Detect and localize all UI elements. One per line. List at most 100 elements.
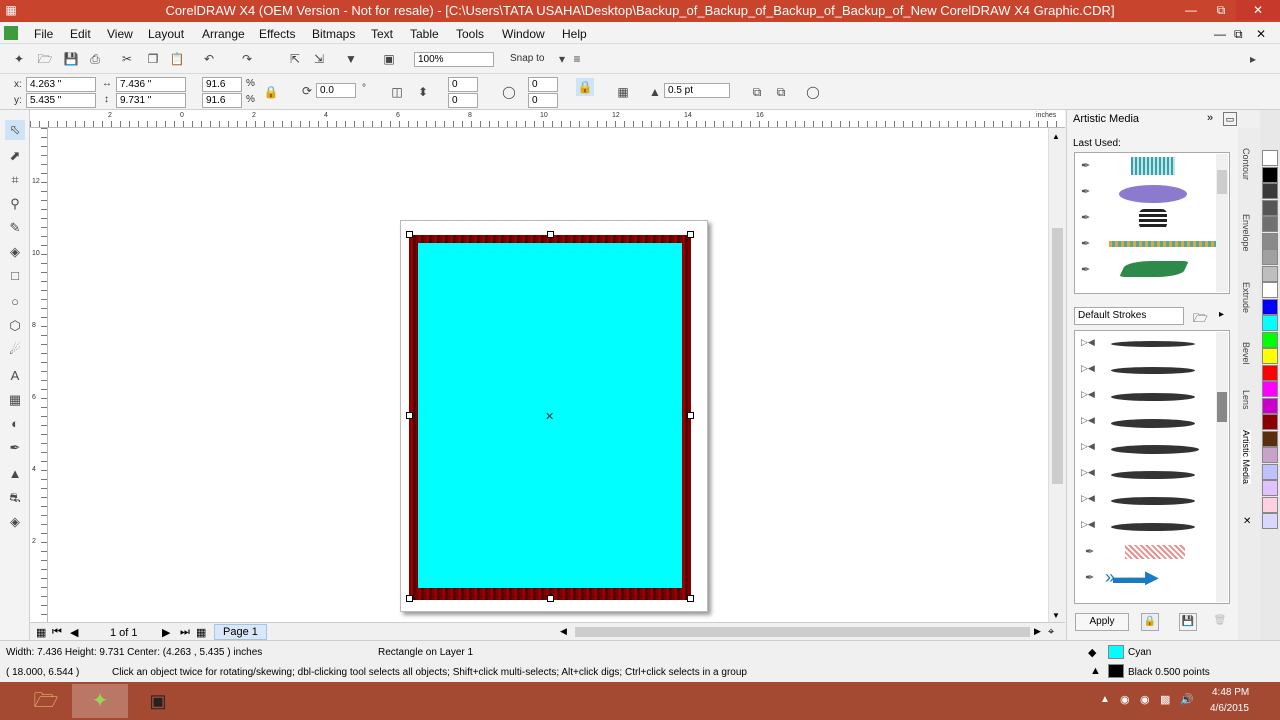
rectangle-tool-icon[interactable]: □ xyxy=(5,266,25,286)
tab-bevel[interactable]: Bevel xyxy=(1241,342,1251,365)
color-swatch[interactable] xyxy=(1262,249,1278,265)
doc-minimize-icon[interactable]: — xyxy=(1214,27,1226,41)
outline-width-select[interactable]: 0.5 pt xyxy=(664,83,730,98)
network-icon[interactable]: ▩ xyxy=(1160,693,1170,706)
stroke-item[interactable]: ▷◀ xyxy=(1081,411,1221,435)
copy-icon[interactable]: ❐ xyxy=(144,50,162,68)
color-swatch[interactable] xyxy=(1262,166,1278,183)
stroke-item[interactable]: ✒ »▬▬▶ xyxy=(1081,567,1221,591)
color-swatch[interactable] xyxy=(1262,496,1278,513)
tray-app-icon[interactable]: ◉ xyxy=(1120,693,1130,706)
interactive-fill-icon[interactable]: ◈ xyxy=(5,512,25,532)
menu-window[interactable]: Window xyxy=(502,27,545,41)
color-swatch[interactable] xyxy=(1262,199,1278,216)
docker-expand-icon[interactable]: » xyxy=(1207,112,1213,124)
corner-radius-top-left[interactable]: 0 xyxy=(448,77,478,92)
last-used-list[interactable]: ✒ ✒ ✒ ✒ ✒ xyxy=(1074,152,1230,294)
width-field[interactable]: 7.436 " xyxy=(116,77,186,92)
export-icon[interactable]: ⇲ xyxy=(310,50,328,68)
last-page-icon[interactable]: ⏭ xyxy=(180,626,190,639)
save-icon[interactable]: 💾 xyxy=(62,50,80,68)
toolbar-options-icon[interactable]: ▸ xyxy=(1244,50,1262,68)
color-swatch[interactable] xyxy=(1262,348,1278,364)
color-swatch[interactable] xyxy=(1262,513,1278,529)
stroke-item[interactable]: ▷◀ xyxy=(1081,437,1221,461)
selection-handle[interactable] xyxy=(406,412,413,419)
shape-tool-icon[interactable]: ⬈ xyxy=(5,146,25,166)
spray-preview[interactable] xyxy=(1119,185,1187,203)
tray-expand-icon[interactable]: ▲ xyxy=(1100,694,1110,705)
save-stroke-icon[interactable]: 💾 xyxy=(1179,613,1197,631)
wrap-text-icon[interactable]: ▦ xyxy=(614,83,632,101)
add-page-icon[interactable]: ▦ xyxy=(196,626,206,639)
selection-handle[interactable] xyxy=(687,412,694,419)
color-swatch[interactable] xyxy=(1262,150,1278,166)
snap-to-button[interactable]: Snap to xyxy=(510,53,544,64)
vertical-ruler[interactable]: 12 10 8 6 4 2 xyxy=(30,128,48,622)
minimize-icon[interactable]: — xyxy=(1176,0,1206,20)
color-swatch[interactable] xyxy=(1262,183,1278,199)
menu-text[interactable]: Text xyxy=(371,27,393,41)
fill-swatch[interactable] xyxy=(1108,645,1124,659)
table-tool-icon[interactable]: ▦ xyxy=(5,390,25,410)
zoom-tool-icon[interactable]: ⚲ xyxy=(5,194,25,214)
color-swatch[interactable] xyxy=(1262,397,1278,414)
pick-tool-icon[interactable]: ⬁ xyxy=(5,120,25,140)
stroke-item[interactable]: ▷◀ xyxy=(1081,489,1221,513)
file-explorer-icon[interactable]: 🗁 xyxy=(22,684,70,718)
horizontal-ruler[interactable]: 2 0 2 4 6 8 10 12 14 16 inches xyxy=(30,110,1065,128)
list-scrollbar[interactable] xyxy=(1216,154,1228,292)
scrollbar-thumb[interactable] xyxy=(1052,228,1063,484)
color-swatch[interactable] xyxy=(1262,364,1278,381)
print-icon[interactable]: ⎙ xyxy=(86,50,104,68)
open-icon[interactable]: 🗁 xyxy=(36,50,54,68)
docker-minimize-icon[interactable]: ▭ xyxy=(1223,112,1237,126)
spray-preview[interactable] xyxy=(1139,209,1167,229)
corner-radius-bottom-left[interactable]: 0 xyxy=(448,93,478,108)
scale-y-field[interactable]: 91.6 xyxy=(202,93,242,108)
apply-button[interactable]: Apply xyxy=(1075,613,1129,631)
stroke-item[interactable]: ▷◀ xyxy=(1081,463,1221,487)
welcome-screen-icon[interactable]: ▣ xyxy=(380,50,398,68)
stroke-item[interactable]: ▷◀ xyxy=(1081,385,1221,409)
tab-contour[interactable]: Contour xyxy=(1241,148,1251,180)
rectangle-object[interactable]: ✕ xyxy=(409,235,691,600)
doc-close-icon[interactable]: ✕ xyxy=(1256,27,1266,41)
options-icon[interactable]: ≡ xyxy=(568,50,586,68)
stroke-item[interactable]: ▷◀ xyxy=(1081,515,1221,539)
crop-tool-icon[interactable]: ⌗ xyxy=(5,170,25,190)
delete-icon[interactable]: 🗑 xyxy=(1211,613,1229,631)
menu-effects[interactable]: Effects xyxy=(259,27,295,41)
redo-icon[interactable]: ↷ xyxy=(238,50,256,68)
selection-handle[interactable] xyxy=(547,231,554,238)
stroke-item[interactable]: ▷◀ xyxy=(1081,359,1221,383)
menu-bitmaps[interactable]: Bitmaps xyxy=(312,27,355,41)
coreldraw-taskbar-icon[interactable]: ✦ xyxy=(72,684,128,718)
close-tab-icon[interactable]: ✕ xyxy=(1243,516,1251,527)
to-front-icon[interactable]: ⧉ xyxy=(748,83,766,101)
strokes-list[interactable]: ▷◀ ▷◀ ▷◀ ▷◀ ▷◀ ▷◀ ▷◀ ▷◀ ✒ ✒ »▬▬▶ xyxy=(1074,330,1230,604)
lock-corners-icon[interactable]: 🔒 xyxy=(576,78,594,96)
mirror-vertical-icon[interactable]: ⬍ xyxy=(414,83,432,101)
vertical-scrollbar[interactable]: ▲ ▼ xyxy=(1048,128,1065,622)
color-swatch[interactable] xyxy=(1262,216,1278,232)
color-swatch[interactable] xyxy=(1262,447,1278,463)
menu-help[interactable]: Help xyxy=(562,27,587,41)
document-icon[interactable] xyxy=(4,26,18,40)
tray-app-icon[interactable]: ◉ xyxy=(1140,693,1150,706)
stroke-item[interactable]: ▷◀ xyxy=(1081,333,1221,357)
fill-tool-icon[interactable]: ⛐ xyxy=(5,488,25,508)
undo-icon[interactable]: ↶ xyxy=(200,50,218,68)
horizontal-scrollbar-thumb[interactable] xyxy=(575,627,1030,637)
round-corners-lock-icon[interactable]: ◯ xyxy=(500,83,518,101)
cut-icon[interactable]: ✂ xyxy=(118,50,136,68)
to-back-icon[interactable]: ⧉ xyxy=(772,83,790,101)
selection-handle[interactable] xyxy=(406,595,413,602)
selection-handle[interactable] xyxy=(547,595,554,602)
color-swatch[interactable] xyxy=(1262,315,1278,331)
ellipse-tool-icon[interactable]: ○ xyxy=(5,292,25,312)
spray-preview[interactable] xyxy=(1109,241,1219,247)
prev-page-icon[interactable]: ◀ xyxy=(70,626,78,639)
y-position-field[interactable]: 5.435 " xyxy=(26,93,96,108)
color-swatch[interactable] xyxy=(1262,331,1278,348)
